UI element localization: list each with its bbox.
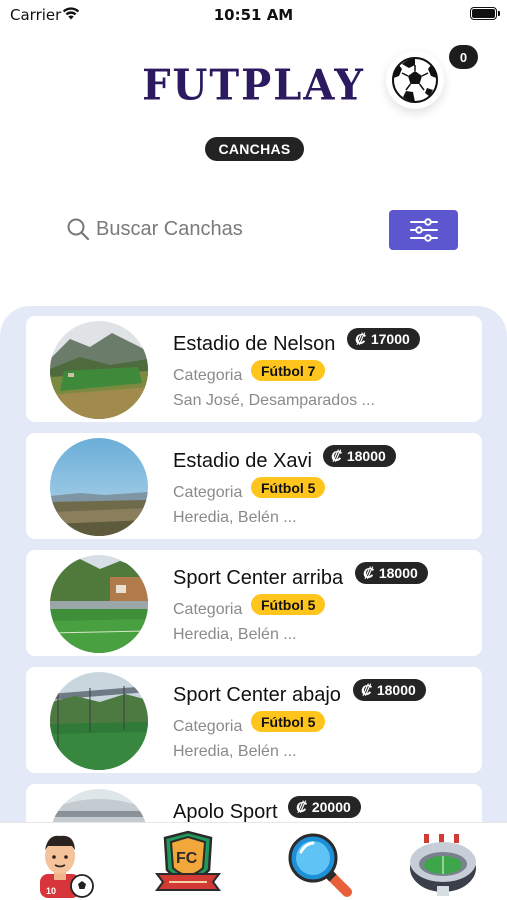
battery-icon [470, 7, 500, 20]
field-name: Estadio de Xavi [173, 450, 312, 472]
sliders-icon [409, 218, 438, 242]
category-label: Categoria [173, 601, 243, 618]
category-tag: Fútbol 5 [251, 711, 326, 732]
field-name: Sport Center arriba [173, 567, 344, 589]
price-badge: ₡ 18000 [323, 445, 396, 467]
colon-currency-icon: ₡ [296, 798, 307, 816]
status-bar: Carrier 10:51 AM [0, 0, 507, 30]
field-card[interactable]: Sport Center arriba ₡ 18000 Categoria Fú… [26, 550, 482, 656]
search-input[interactable] [96, 217, 356, 241]
field-name: Sport Center abajo [173, 684, 341, 706]
field-photo [50, 321, 148, 419]
tab-bar: 10 FC [0, 822, 507, 900]
field-card[interactable]: Sport Center abajo ₡ 18000 Categoria Fút… [26, 667, 482, 773]
price-value: 17000 [370, 331, 410, 347]
price-value: 18000 [378, 565, 418, 581]
category-tag: Fútbol 5 [251, 477, 326, 498]
category-tag: Fútbol 7 [251, 360, 326, 381]
field-photo [50, 438, 148, 536]
field-location: Heredia, Belén ... [173, 743, 297, 760]
colon-currency-icon: ₡ [363, 564, 374, 582]
price-badge: ₡ 17000 [347, 328, 420, 350]
magnifier-icon [288, 833, 352, 897]
field-card[interactable]: Estadio de Nelson ₡ 17000 Categoria Fútb… [26, 316, 482, 422]
field-location: San José, Desamparados ... [173, 392, 375, 409]
field-photo [50, 672, 148, 770]
price-value: 18000 [346, 448, 386, 464]
price-value: 20000 [311, 799, 351, 815]
category-tag: Fútbol 5 [251, 594, 326, 615]
colon-currency-icon: ₡ [361, 681, 372, 699]
soccer-ball-button[interactable] [386, 51, 444, 109]
tab-search[interactable] [278, 827, 358, 899]
category-label: Categoria [173, 367, 243, 384]
price-value: 18000 [376, 682, 416, 698]
tab-teams[interactable]: FC [148, 827, 228, 899]
notification-badge: 0 [449, 45, 478, 69]
svg-text:FC: FC [176, 850, 198, 867]
tab-stadiums[interactable] [403, 827, 483, 899]
stadium-icon [410, 834, 476, 896]
soccer-ball-icon [392, 57, 438, 103]
field-card[interactable]: Estadio de Xavi ₡ 18000 Categoria Fútbol… [26, 433, 482, 539]
clock: 10:51 AM [213, 6, 294, 24]
colon-currency-icon: ₡ [355, 330, 366, 348]
search-icon [67, 218, 90, 241]
price-badge: ₡ 18000 [353, 679, 426, 701]
field-name: Estadio de Nelson [173, 333, 336, 355]
search-bar[interactable] [66, 212, 366, 246]
category-label: Categoria [173, 718, 243, 735]
field-photo [50, 555, 148, 653]
fields-list[interactable]: Estadio de Nelson ₡ 17000 Categoria Fútb… [0, 306, 507, 846]
filter-button[interactable] [389, 210, 458, 250]
svg-text:10: 10 [46, 886, 56, 896]
player-profile-icon: 10 [40, 835, 94, 898]
field-location: Heredia, Belén ... [173, 626, 297, 643]
section-title: CANCHAS [205, 137, 304, 161]
field-name: Apolo Sport [173, 801, 278, 823]
field-location: Heredia, Belén ... [173, 509, 297, 526]
colon-currency-icon: ₡ [331, 447, 342, 465]
fc-badge-icon: FC [155, 830, 221, 891]
price-badge: ₡ 20000 [288, 796, 361, 818]
category-label: Categoria [173, 484, 243, 501]
price-badge: ₡ 18000 [355, 562, 428, 584]
tab-profile[interactable]: 10 [21, 827, 101, 899]
